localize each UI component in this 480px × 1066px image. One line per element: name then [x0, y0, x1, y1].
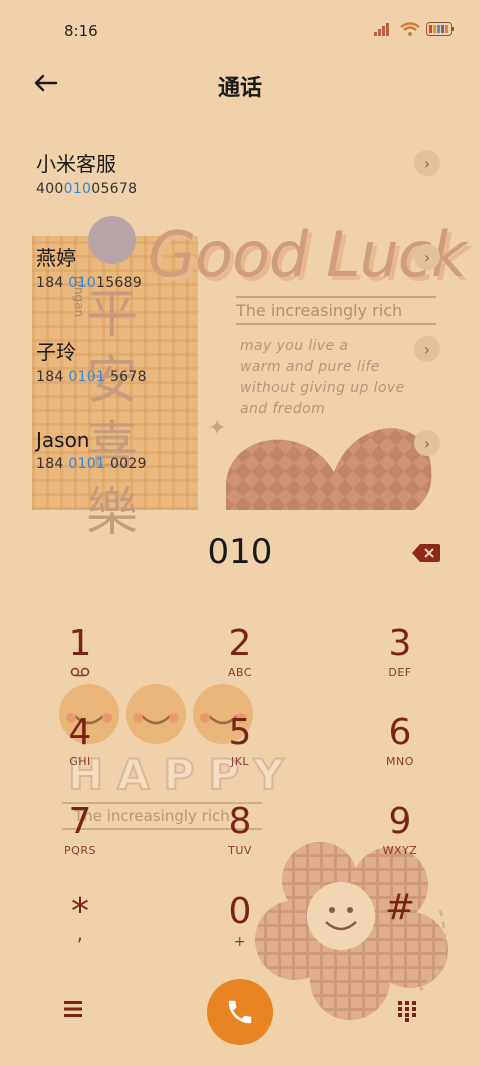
increasingly-rich-text: The increasingly rich [236, 296, 436, 325]
backspace-icon [412, 544, 440, 562]
status-time: 8:16 [64, 22, 98, 40]
key-letters [320, 930, 480, 944]
battery-icon [426, 22, 454, 36]
contact-name: 小米客服 [36, 152, 116, 176]
key-letters: GHI [69, 755, 91, 768]
key-hash[interactable]: # [320, 888, 480, 944]
contact-name: 子玲 [36, 340, 76, 364]
key-digit: 2 [228, 623, 252, 664]
key-digit: 3 [388, 623, 412, 664]
pingan-xile-text: 平安喜樂 [86, 285, 139, 543]
key-letters: TUV [228, 844, 252, 857]
contact-name: 燕婷 [36, 246, 76, 270]
key-digit: 1 [68, 623, 92, 664]
key-8[interactable]: 8 TUV [160, 802, 320, 858]
page-title: 通话 [217, 76, 262, 101]
list-item[interactable]: Jason 184 0101 0029 › [36, 428, 440, 472]
key-digit: 5 [228, 712, 252, 753]
key-3[interactable]: 3 DEF [320, 624, 480, 680]
backspace-button[interactable] [412, 544, 440, 562]
key-letters: ABC [227, 666, 253, 679]
key-letters: + [233, 934, 247, 950]
key-digit: 4 [68, 712, 92, 753]
key-letters: PQRS [64, 844, 96, 857]
contact-number: 40001005678 [36, 181, 138, 197]
list-item[interactable]: 燕婷 184 01015689 › [36, 242, 440, 291]
call-button[interactable] [207, 979, 273, 1045]
dialed-number: 010 [207, 532, 273, 572]
dialpad-toggle-button[interactable] [396, 1000, 418, 1022]
key-letters: MNO [386, 755, 414, 768]
key-0[interactable]: 0 + [160, 891, 320, 951]
key-2[interactable]: 2 ABC [160, 624, 320, 680]
voicemail-icon [0, 666, 160, 680]
contact-number: 184 01015689 [36, 275, 143, 291]
list-item[interactable]: 子玲 184 0101 5678 › [36, 336, 440, 385]
key-7[interactable]: 7 PQRS [0, 802, 160, 858]
key-star[interactable]: * , [0, 892, 160, 945]
wifi-icon [400, 22, 420, 36]
key-digit: 0 [228, 891, 252, 932]
chevron-right-icon[interactable]: › [414, 150, 440, 176]
signal-icon [374, 23, 389, 36]
menu-button[interactable] [62, 1000, 84, 1018]
menu-icon [64, 1001, 82, 1017]
contact-number: 184 0101 0029 [36, 456, 147, 472]
key-letters: , [76, 921, 84, 945]
key-letters: JKL [230, 755, 250, 768]
chevron-right-icon[interactable]: › [414, 430, 440, 456]
status-icons [374, 22, 454, 36]
contact-name: Jason [36, 428, 90, 452]
contact-number: 184 0101 5678 [36, 369, 147, 385]
key-1[interactable]: 1 [0, 624, 160, 680]
chevron-right-icon[interactable]: › [414, 336, 440, 362]
key-letters: WXYZ [382, 844, 418, 857]
key-6[interactable]: 6 MNO [320, 713, 480, 769]
list-item[interactable]: 小米客服 40001005678 › [36, 148, 440, 197]
key-letters: DEF [388, 666, 412, 679]
phone-icon [228, 1000, 252, 1024]
key-digit: 6 [388, 712, 412, 753]
key-digit: 7 [68, 801, 92, 842]
dialpad-icon [398, 1001, 416, 1022]
key-digit: 9 [388, 801, 412, 842]
chevron-right-icon[interactable]: › [414, 244, 440, 270]
key-digit: # [384, 887, 416, 928]
key-5[interactable]: 5 JKL [160, 713, 320, 769]
key-9[interactable]: 9 WXYZ [320, 802, 480, 858]
key-4[interactable]: 4 GHI [0, 713, 160, 769]
key-digit: 8 [228, 801, 252, 842]
